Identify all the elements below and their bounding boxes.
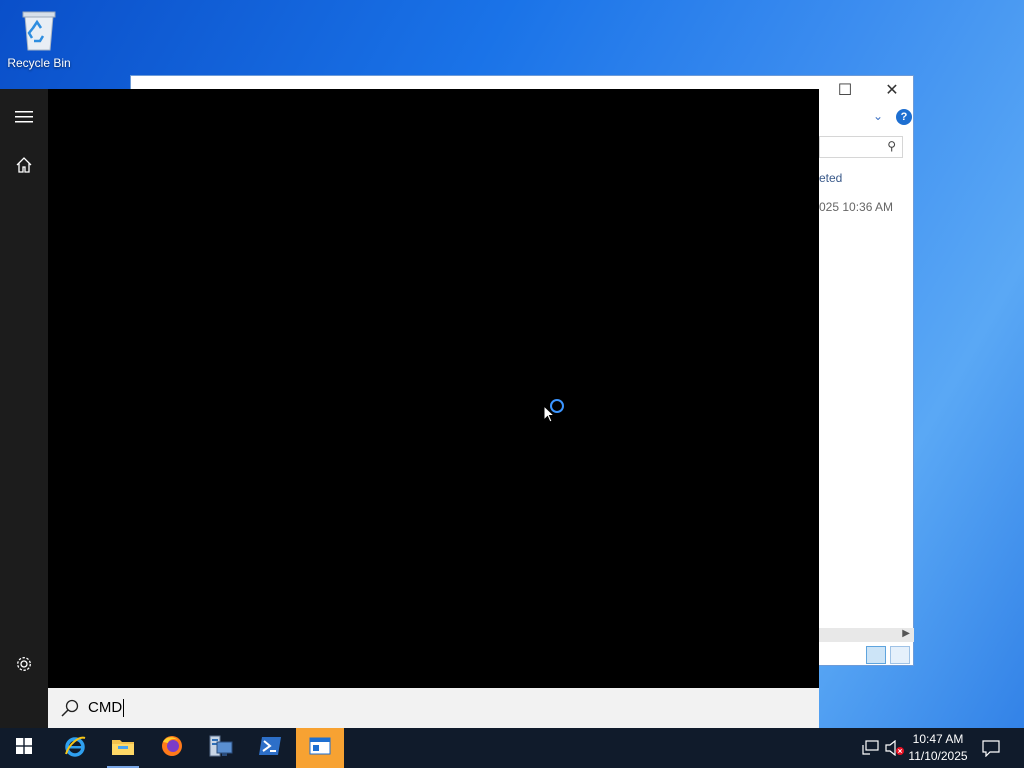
windows-logo-icon (16, 737, 32, 759)
firefox-button[interactable] (148, 728, 196, 768)
scroll-right-arrow-icon[interactable]: ▶ (902, 628, 910, 639)
firefox-icon (160, 734, 184, 763)
volume-muted-icon[interactable] (885, 738, 905, 758)
clock-time: 10:47 AM (912, 732, 964, 746)
server-manager-icon (208, 734, 234, 763)
start-menu-rail (0, 89, 48, 728)
start-button[interactable] (0, 728, 48, 768)
app-window-icon (309, 737, 331, 760)
folder-icon (111, 736, 135, 761)
expand-menu-button[interactable] (0, 93, 48, 141)
search-icon (60, 698, 80, 718)
desktop-icon-recycle-bin[interactable]: Recycle Bin (4, 6, 74, 70)
powershell-button[interactable] (246, 728, 294, 768)
start-search-box[interactable]: CMD (48, 688, 819, 728)
row-date-deleted: 025 10:36 AM (819, 200, 894, 214)
taskbar: 10:47 AM 11/10/2025 (0, 728, 1024, 768)
horizontal-scrollbar[interactable]: ▶ (819, 628, 914, 642)
close-button[interactable]: ✕ (878, 80, 906, 100)
help-icon[interactable]: ? (896, 109, 912, 125)
internet-explorer-button[interactable] (51, 728, 99, 768)
home-button[interactable] (0, 141, 48, 189)
internet-explorer-icon (63, 734, 87, 763)
active-app-button[interactable] (296, 728, 344, 768)
powershell-icon (258, 736, 282, 761)
details-view-button[interactable] (866, 646, 886, 664)
server-manager-button[interactable] (197, 728, 245, 768)
desktop-icon-label: Recycle Bin (7, 56, 71, 70)
view-toggle (866, 646, 910, 664)
column-header-date-deleted[interactable]: eted (819, 171, 842, 185)
notification-icon[interactable] (981, 738, 1001, 758)
settings-icon (15, 655, 33, 673)
home-icon (15, 156, 33, 174)
search-icon: ⚲ (887, 139, 896, 153)
network-icon[interactable] (861, 738, 881, 758)
large-icons-view-button[interactable] (890, 646, 910, 664)
search-query-text[interactable]: CMD (88, 699, 125, 717)
settings-button[interactable] (0, 640, 48, 688)
maximize-button[interactable]: ☐ (831, 80, 859, 100)
file-explorer-button[interactable] (99, 728, 147, 768)
recycle-bin-icon (17, 6, 61, 52)
explorer-search-input[interactable]: ⚲ (819, 136, 903, 158)
hamburger-menu-icon (15, 110, 33, 124)
mouse-cursor-icon (543, 404, 556, 428)
start-menu (0, 89, 819, 728)
clock-date: 11/10/2025 (908, 749, 968, 763)
ribbon-expand-chevron-icon[interactable]: ⌄ (873, 109, 883, 123)
system-clock[interactable]: 10:47 AM 11/10/2025 (906, 731, 970, 765)
